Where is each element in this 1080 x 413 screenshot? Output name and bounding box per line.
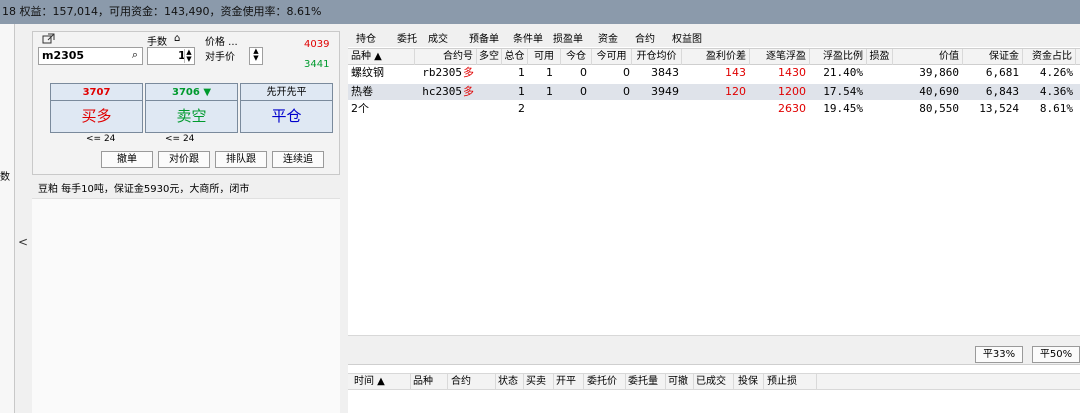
col-buy-sell[interactable]: 买卖 <box>526 374 554 390</box>
cancel-order-button[interactable]: 撤单 <box>101 151 153 168</box>
lots-spin-icon[interactable]: ▲ ▼ <box>184 49 193 63</box>
col-today[interactable]: 今仓 <box>561 49 592 65</box>
col-status[interactable]: 状态 <box>498 374 524 390</box>
collapse-arrow[interactable]: < <box>18 235 30 251</box>
order-panel-lower-area <box>32 198 340 413</box>
position-row[interactable]: 热卷 hc2305 多 1 1 0 0 3949 120 1200 17.54%… <box>348 84 1080 100</box>
down-count: 3441 <box>304 59 330 70</box>
col-contract[interactable]: 合约号 <box>415 49 477 65</box>
account-status-bar: 18 权益：157,014，可用资金：143,490，资金使用率：8.61% <box>0 0 1080 24</box>
sell-limit: <= 24 <box>165 134 195 144</box>
col-cancelable[interactable]: 可撤 <box>668 374 694 390</box>
col-open-close[interactable]: 开平 <box>556 374 584 390</box>
col-available[interactable]: 可用 <box>528 49 561 65</box>
buy-button[interactable]: 3707 买多 <box>50 83 143 133</box>
col-profit-ratio[interactable]: 浮盈比例 <box>810 49 867 65</box>
continuous-chase-button[interactable]: 连续追 <box>272 151 324 168</box>
col-order-variety[interactable]: 品种 <box>413 374 448 390</box>
col-open-average[interactable]: 开仓均价 <box>632 49 682 65</box>
lots-stepper[interactable]: 1 ▲ ▼ <box>147 47 195 65</box>
tab-stop-orders[interactable]: 损盈单 <box>553 32 583 47</box>
tab-positions[interactable]: 持仓 <box>356 32 376 47</box>
orders-grid: 时间 ▲ 品种 合约 状态 买卖 开平 委托价 委托量 可撤 已成交 投保 预止… <box>348 364 1080 413</box>
tab-funds[interactable]: 资金 <box>598 32 618 47</box>
sell-button[interactable]: 3706 ▼ 卖空 <box>145 83 238 133</box>
summary-row: 2个 2 2630 19.45% 80,550 13,524 8.61% <box>351 102 1073 115</box>
close-button[interactable]: 先开先平 平仓 <box>240 83 333 133</box>
orders-header: 时间 ▲ 品种 合约 状态 买卖 开平 委托价 委托量 可撤 已成交 投保 预止… <box>348 373 1080 390</box>
col-variety[interactable]: 品种 ▲ <box>351 49 415 65</box>
left-side-strip: 数 <box>0 24 15 413</box>
close-33-button[interactable]: 平33% <box>975 346 1023 363</box>
toggle-icon[interactable]: ⌂ <box>174 33 180 44</box>
price-label: 价格 ... <box>205 37 238 48</box>
col-order-volume[interactable]: 委托量 <box>628 374 666 390</box>
col-margin[interactable]: 保证金 <box>963 49 1023 65</box>
product-info: 豆粕 每手10吨，保证金5930元，大商所，闭市 <box>38 184 250 195</box>
tab-orders[interactable]: 委托 <box>397 32 417 47</box>
lots-label: 手数 <box>147 37 167 48</box>
col-total[interactable]: 总仓 <box>502 49 528 65</box>
tab-preset-orders[interactable]: 预备单 <box>469 32 499 47</box>
search-icon[interactable]: ⌕ <box>132 48 138 62</box>
contract-input[interactable]: m2305 ⌕ <box>38 47 143 65</box>
col-direction[interactable]: 多空 <box>477 49 502 65</box>
col-time[interactable]: 时间 ▲ <box>354 374 411 390</box>
col-today-available[interactable]: 今可用 <box>592 49 632 65</box>
tab-trades[interactable]: 成交 <box>428 32 448 47</box>
col-stop-loss[interactable]: 预止损 <box>767 374 817 390</box>
col-order-contract[interactable]: 合约 <box>451 374 496 390</box>
side-strip-text: 数 <box>0 172 10 183</box>
col-float-profit[interactable]: 逐笔浮盈 <box>750 49 810 65</box>
tab-equity-chart[interactable]: 权益图 <box>672 32 702 47</box>
col-fund-ratio[interactable]: 资金占比 <box>1023 49 1076 65</box>
price-mode-field[interactable]: 对手价 <box>205 47 249 65</box>
col-profit-diff[interactable]: 盈利价差 <box>682 49 750 65</box>
buy-limit: <= 24 <box>86 134 116 144</box>
queue-follow-button[interactable]: 排队跟 <box>215 151 267 168</box>
close-50-button[interactable]: 平50% <box>1032 346 1080 363</box>
counter-price-follow-button[interactable]: 对价跟 <box>158 151 210 168</box>
col-value[interactable]: 价值 <box>893 49 963 65</box>
tab-contracts[interactable]: 合约 <box>635 32 655 47</box>
col-filled[interactable]: 已成交 <box>696 374 734 390</box>
account-summary: 18 权益：157,014，可用资金：143,490，资金使用率：8.61% <box>2 5 322 18</box>
tab-bar: 持仓 委托 成交 预备单 条件单 损盈单 资金 合约 权益图 <box>348 31 1080 47</box>
col-hedge[interactable]: 投保 <box>738 374 764 390</box>
close-buttons-bar <box>348 336 1080 364</box>
popout-icon[interactable] <box>41 33 55 45</box>
price-spin-icon[interactable]: ▲ ▼ <box>249 47 263 65</box>
up-count: 4039 <box>304 39 330 50</box>
positions-header: 品种 ▲ 合约号 多空 总仓 可用 今仓 今可用 开仓均价 盈利价差 逐笔浮盈 … <box>348 48 1080 65</box>
position-row[interactable]: 螺纹钢 rb2305 多 1 1 0 0 3843 143 1430 21.40… <box>348 65 1080 81</box>
col-order-price[interactable]: 委托价 <box>587 374 626 390</box>
col-stop[interactable]: 损盈 <box>867 49 893 65</box>
tab-conditional-orders[interactable]: 条件单 <box>513 32 543 47</box>
down-arrow-icon: ▼ <box>203 87 212 98</box>
